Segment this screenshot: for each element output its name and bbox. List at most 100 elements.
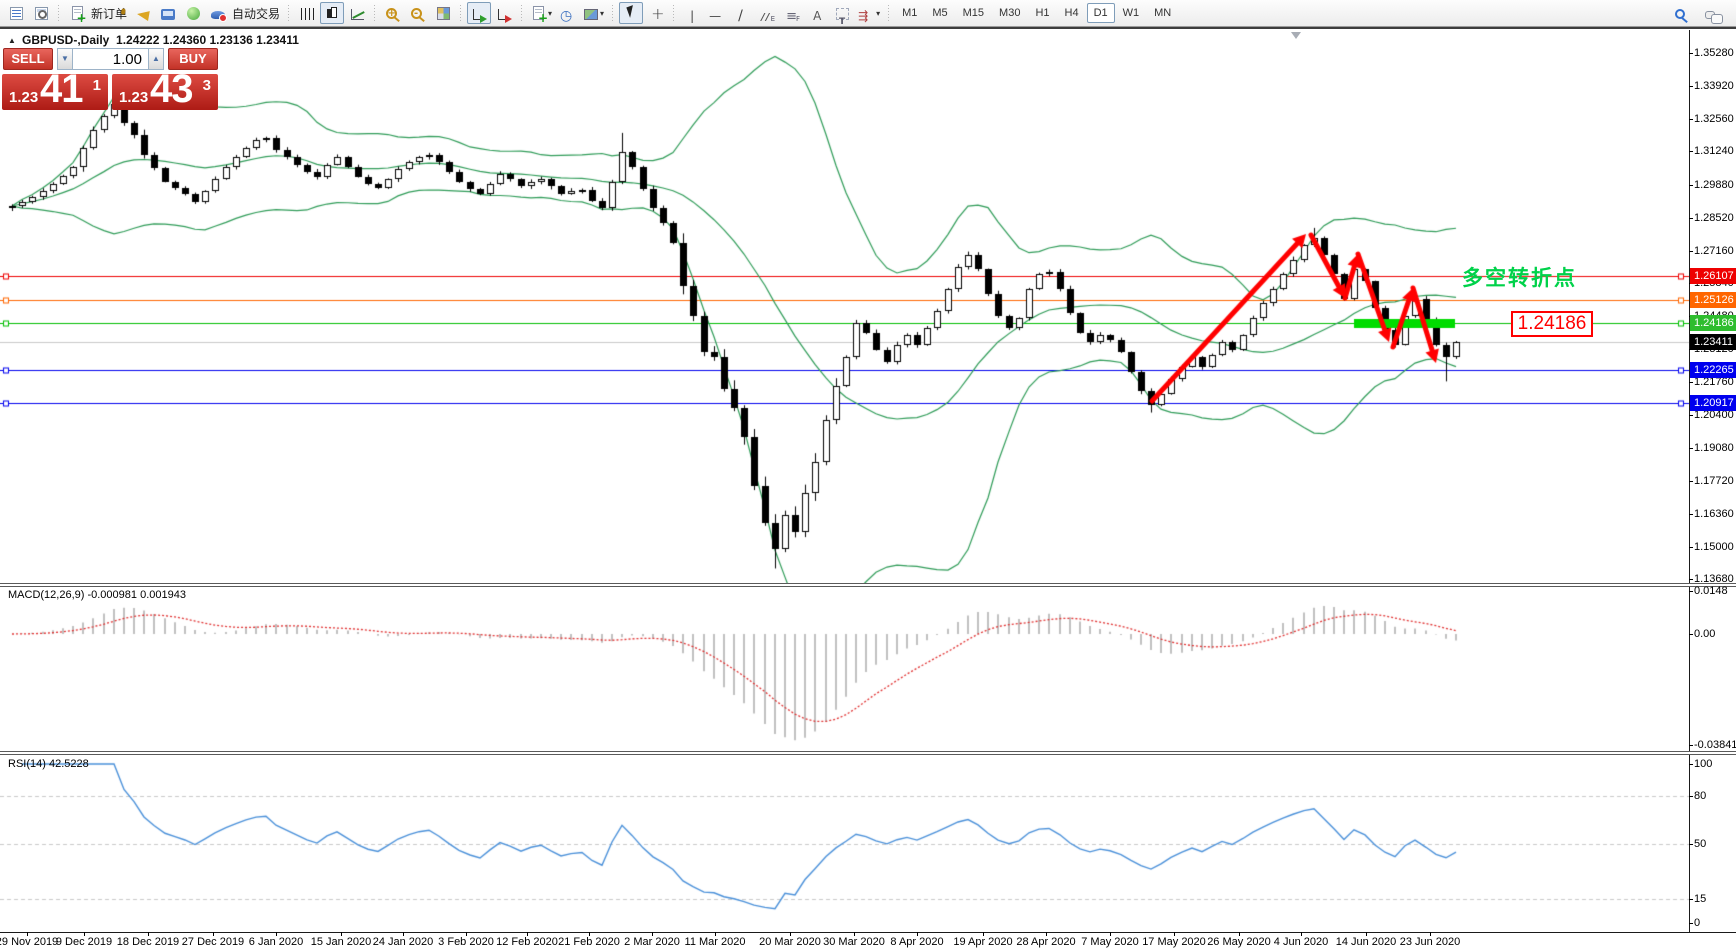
axis-tick	[1689, 591, 1693, 592]
date-tick	[213, 932, 214, 936]
crosshair-button[interactable]	[644, 2, 668, 24]
bid-price-box[interactable]: 1.23 41 1	[2, 67, 108, 111]
panel-collapse-icon[interactable]: ▲	[8, 36, 16, 45]
new-order-button[interactable]	[65, 2, 89, 24]
data-window-icon	[34, 7, 48, 20]
arrows-icon	[858, 5, 874, 21]
dropdown-caret-icon[interactable]: ▾	[876, 9, 880, 18]
trendline-icon	[734, 5, 750, 21]
text-label-button[interactable]	[830, 2, 854, 24]
timeframe-m15[interactable]: M15	[956, 3, 991, 23]
axis-tick	[1689, 796, 1693, 797]
date-tick	[1301, 932, 1302, 936]
bar-chart-button[interactable]	[295, 2, 319, 24]
date-tick	[27, 932, 28, 936]
timeframe-m5[interactable]: M5	[925, 3, 954, 23]
candlestick-chart-button[interactable]	[320, 2, 345, 24]
timeframe-d1[interactable]: D1	[1086, 3, 1115, 23]
text-button[interactable]	[805, 2, 829, 24]
period-clock-button[interactable]	[556, 2, 580, 24]
timeframe-m30[interactable]: M30	[992, 3, 1027, 23]
price-tick-label: 1.35280	[1694, 47, 1734, 59]
search-button[interactable]	[1668, 2, 1692, 24]
ask-price-box[interactable]: 1.23 43 3	[112, 67, 218, 111]
new-chart-button[interactable]: ▾	[528, 2, 555, 24]
auto-scroll-button[interactable]	[467, 2, 492, 24]
timeframe-mn[interactable]: MN	[1147, 3, 1178, 23]
pivot-annotation[interactable]: 多空转折点	[1462, 262, 1577, 292]
chart-symbol: GBPUSD-,Daily	[22, 33, 110, 47]
cursor-button[interactable]	[619, 2, 644, 24]
macd-pane-canvas[interactable]	[0, 587, 1689, 752]
data-window-button[interactable]	[29, 2, 53, 24]
rsi-tick-label: 80	[1694, 790, 1707, 802]
price-tick-label: 1.19080	[1694, 442, 1734, 454]
ask-price-digits: 43	[150, 67, 193, 111]
chart-window[interactable]: ▲ GBPUSD-,Daily 1.24222 1.24360 1.23136 …	[0, 27, 1736, 948]
date-tick	[527, 932, 528, 936]
rsi-tick-label: 100	[1694, 758, 1713, 770]
axis-tick	[1689, 382, 1693, 383]
price-tick-label: 1.33920	[1694, 80, 1734, 92]
templates-button[interactable]: ▾	[581, 2, 607, 24]
chart-shift-button[interactable]	[492, 2, 516, 24]
arrows-button[interactable]: ▾	[855, 2, 883, 24]
signals-button[interactable]	[181, 2, 205, 24]
chart-shift-icon	[498, 8, 513, 23]
axis-tick	[1689, 745, 1693, 746]
time-axis-line	[0, 932, 1736, 933]
dropdown-caret-icon[interactable]: ▾	[548, 9, 552, 18]
volume-input[interactable]	[73, 48, 148, 70]
chart-quote-line: 1.24222 1.24360 1.23136 1.23411	[116, 33, 299, 47]
timeframe-h1[interactable]: H1	[1028, 3, 1056, 23]
rsi-pane-canvas[interactable]	[0, 755, 1689, 932]
chat-button[interactable]	[1698, 2, 1723, 24]
zoom-out-button[interactable]	[406, 2, 430, 24]
macd-pane-separator[interactable]	[0, 583, 1736, 587]
axis-tick	[1689, 53, 1693, 54]
date-label: 23 Jun 2020	[1399, 936, 1461, 948]
timeframe-w1[interactable]: W1	[1116, 3, 1147, 23]
line-chart-button[interactable]	[345, 2, 369, 24]
toolbar-separator	[610, 3, 617, 23]
publisher-button[interactable]	[156, 2, 180, 24]
price-tag: 1.23411	[1690, 334, 1736, 350]
date-tick	[341, 932, 342, 936]
alerts-button[interactable]	[131, 2, 155, 24]
trendline-button[interactable]	[730, 2, 754, 24]
dropdown-caret-icon[interactable]: ▾	[600, 9, 604, 18]
price-tag: 1.25126	[1690, 292, 1736, 308]
rsi-pane-separator[interactable]	[0, 751, 1736, 755]
date-tick	[148, 932, 149, 936]
axis-tick	[1689, 218, 1693, 219]
date-tick	[715, 932, 716, 936]
timeframe-m1[interactable]: M1	[895, 3, 924, 23]
date-tick	[983, 932, 984, 936]
equidistant-channel-button[interactable]	[755, 2, 779, 24]
signals-icon	[186, 7, 200, 20]
price-tag: 1.20917	[1690, 395, 1736, 411]
timeframe-h4[interactable]: H4	[1058, 3, 1086, 23]
fibonacci-button[interactable]	[780, 2, 804, 24]
price-box-annotation[interactable]: 1.24186	[1511, 311, 1593, 337]
publisher-icon	[161, 8, 176, 20]
ask-price-prefix: 1.23	[119, 89, 149, 106]
market-watch-button[interactable]	[4, 2, 28, 24]
horizontal-line-button[interactable]	[705, 2, 729, 24]
zoom-in-icon	[385, 8, 397, 19]
axis-tick	[1689, 86, 1693, 87]
auto-trading-button[interactable]	[206, 2, 230, 24]
templates-icon	[584, 8, 599, 20]
price-tag: 1.26107	[1690, 268, 1736, 284]
vertical-line-button[interactable]	[680, 2, 704, 24]
chart-shift-marker-icon	[1291, 32, 1301, 39]
price-chart-canvas[interactable]	[0, 30, 1689, 583]
fibonacci-icon	[784, 5, 800, 23]
tile-windows-button[interactable]	[431, 2, 455, 24]
price-tick-label: 1.13680	[1694, 573, 1734, 585]
ask-price-pipette: 3	[202, 77, 211, 94]
chat-icon	[1705, 10, 1723, 24]
toolbar-separator	[519, 3, 526, 23]
zoom-in-button[interactable]	[381, 2, 405, 24]
date-label: 11 Mar 2020	[684, 936, 746, 948]
